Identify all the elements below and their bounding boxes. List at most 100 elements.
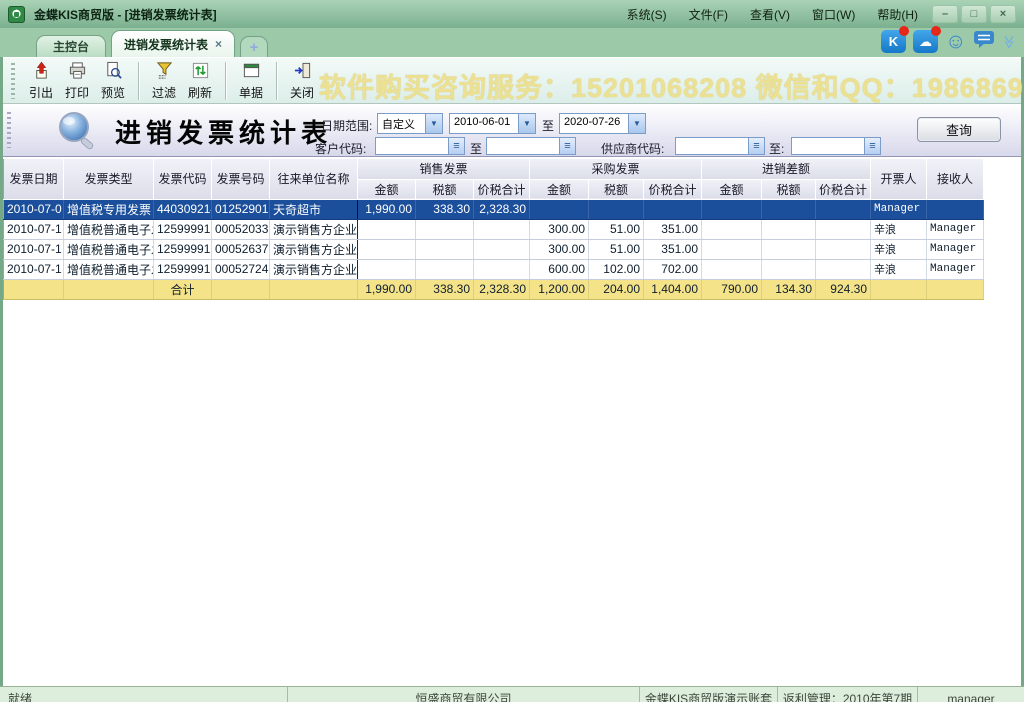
- table-cell[interactable]: [644, 199, 702, 219]
- table-cell[interactable]: [762, 199, 816, 219]
- table-cell[interactable]: 1259999150: [154, 239, 212, 259]
- table-cell[interactable]: [474, 259, 530, 279]
- table-cell[interactable]: 2010-07-1: [4, 239, 64, 259]
- table-cell[interactable]: Manager: [927, 219, 984, 239]
- table-cell[interactable]: [702, 219, 762, 239]
- filter-button[interactable]: 过滤: [146, 61, 182, 101]
- table-cell[interactable]: 600.00: [530, 259, 589, 279]
- lookup-icon[interactable]: ≡: [748, 138, 764, 154]
- dropdown-arrow-icon[interactable]: ▼: [518, 114, 535, 133]
- table-cell[interactable]: [358, 219, 416, 239]
- table-cell[interactable]: [816, 239, 871, 259]
- table-cell[interactable]: 演示销售方企业: [270, 239, 358, 259]
- table-cell[interactable]: 增值税专用发票: [64, 199, 154, 219]
- table-cell[interactable]: [589, 199, 644, 219]
- table-cell[interactable]: Manager: [927, 239, 984, 259]
- menu-file[interactable]: 文件(F): [689, 6, 728, 23]
- customer-from-input[interactable]: ≡: [375, 137, 465, 155]
- table-cell[interactable]: [416, 219, 474, 239]
- kingdee-app-icon[interactable]: K: [881, 30, 906, 53]
- col-header-invoice-type[interactable]: 发票类型: [64, 159, 154, 199]
- table-cell[interactable]: 1259999150: [154, 219, 212, 239]
- table-cell[interactable]: 00052033: [212, 219, 270, 239]
- menu-system[interactable]: 系统(S): [627, 6, 667, 23]
- supplier-from-input[interactable]: ≡: [675, 137, 765, 155]
- table-cell[interactable]: 338.30: [416, 199, 474, 219]
- col-header-partner-name[interactable]: 往来单位名称: [270, 159, 358, 199]
- table-row[interactable]: 2010-07-1增值税普通电子发125999915000052033演示销售方…: [4, 219, 984, 239]
- table-cell[interactable]: [64, 279, 154, 299]
- table-cell[interactable]: 2,328.30: [474, 279, 530, 299]
- dropdown-arrow-icon[interactable]: ▼: [628, 114, 645, 133]
- table-cell[interactable]: [762, 259, 816, 279]
- table-cell[interactable]: 1259999150: [154, 259, 212, 279]
- table-cell[interactable]: 演示销售方企业: [270, 259, 358, 279]
- table-cell[interactable]: 300.00: [530, 239, 589, 259]
- table-cell[interactable]: 增值税普通电子发: [64, 259, 154, 279]
- chevron-down-icon[interactable]: ≫: [1001, 35, 1017, 49]
- table-cell[interactable]: [702, 259, 762, 279]
- table-cell[interactable]: 01252901: [212, 199, 270, 219]
- table-cell[interactable]: 134.30: [762, 279, 816, 299]
- date-to-select[interactable]: 2020-07-26 ▼: [559, 113, 646, 134]
- close-button[interactable]: ×: [990, 5, 1016, 23]
- table-cell[interactable]: [358, 239, 416, 259]
- smiley-icon[interactable]: ☺: [945, 31, 966, 52]
- supplier-to-input[interactable]: ≡: [791, 137, 881, 155]
- group-header-sales[interactable]: 销售发票: [358, 159, 530, 179]
- table-cell[interactable]: 演示销售方企业: [270, 219, 358, 239]
- table-cell[interactable]: 合计: [154, 279, 212, 299]
- table-cell[interactable]: 1,200.00: [530, 279, 589, 299]
- cloud-icon[interactable]: ☁: [913, 30, 938, 53]
- table-cell[interactable]: [474, 239, 530, 259]
- group-header-purchase[interactable]: 采购发票: [530, 159, 702, 179]
- table-cell[interactable]: 204.00: [589, 279, 644, 299]
- subcol-sales-total[interactable]: 价税合计: [474, 179, 530, 199]
- table-cell[interactable]: 338.30: [416, 279, 474, 299]
- table-cell[interactable]: [816, 199, 871, 219]
- col-header-receiver[interactable]: 接收人: [927, 159, 984, 199]
- col-header-invoice-number[interactable]: 发票号码: [212, 159, 270, 199]
- query-button[interactable]: 查询: [917, 117, 1001, 142]
- chat-icon[interactable]: [973, 29, 995, 54]
- table-cell[interactable]: [927, 279, 984, 299]
- table-cell[interactable]: 702.00: [644, 259, 702, 279]
- menu-help[interactable]: 帮助(H): [877, 6, 918, 23]
- tab-invoice-report[interactable]: 进销发票统计表 ×: [111, 30, 235, 57]
- lookup-icon[interactable]: ≡: [448, 138, 464, 154]
- table-cell[interactable]: 4403092140: [154, 199, 212, 219]
- subcol-sales-amount[interactable]: 金额: [358, 179, 416, 199]
- refresh-button[interactable]: 刷新: [182, 61, 218, 101]
- lookup-icon[interactable]: ≡: [864, 138, 880, 154]
- col-header-invoice-code[interactable]: 发票代码: [154, 159, 212, 199]
- table-cell[interactable]: 2010-07-1: [4, 219, 64, 239]
- panel-drag-handle[interactable]: [7, 112, 11, 148]
- table-cell[interactable]: 924.30: [816, 279, 871, 299]
- tab-close-icon[interactable]: ×: [215, 37, 222, 51]
- table-cell[interactable]: Manager: [871, 199, 927, 219]
- table-cell[interactable]: [530, 199, 589, 219]
- table-cell[interactable]: [762, 219, 816, 239]
- col-header-issuer[interactable]: 开票人: [871, 159, 927, 199]
- lookup-icon[interactable]: ≡: [559, 138, 575, 154]
- date-range-select[interactable]: 自定义 ▼: [377, 113, 443, 134]
- table-cell[interactable]: [212, 279, 270, 299]
- table-cell[interactable]: 00052724: [212, 259, 270, 279]
- subcol-purchase-amount[interactable]: 金额: [530, 179, 589, 199]
- table-cell[interactable]: [270, 279, 358, 299]
- col-header-invoice-date[interactable]: 发票日期: [4, 159, 64, 199]
- export-button[interactable]: 引出: [23, 61, 59, 101]
- table-cell[interactable]: [474, 219, 530, 239]
- table-row[interactable]: 2010-07-1增值税普通电子发125999915000052637演示销售方…: [4, 239, 984, 259]
- table-cell[interactable]: [702, 199, 762, 219]
- dropdown-arrow-icon[interactable]: ▼: [425, 114, 442, 133]
- total-row[interactable]: 合计1,990.00338.302,328.301,200.00204.001,…: [4, 279, 984, 299]
- table-cell[interactable]: 2010-07-1: [4, 259, 64, 279]
- table-cell[interactable]: 2010-07-0: [4, 199, 64, 219]
- table-cell[interactable]: 辛浪: [871, 259, 927, 279]
- subcol-diff-total[interactable]: 价税合计: [816, 179, 871, 199]
- table-cell[interactable]: [416, 239, 474, 259]
- table-cell[interactable]: [702, 239, 762, 259]
- table-cell[interactable]: 2,328.30: [474, 199, 530, 219]
- table-cell[interactable]: [816, 219, 871, 239]
